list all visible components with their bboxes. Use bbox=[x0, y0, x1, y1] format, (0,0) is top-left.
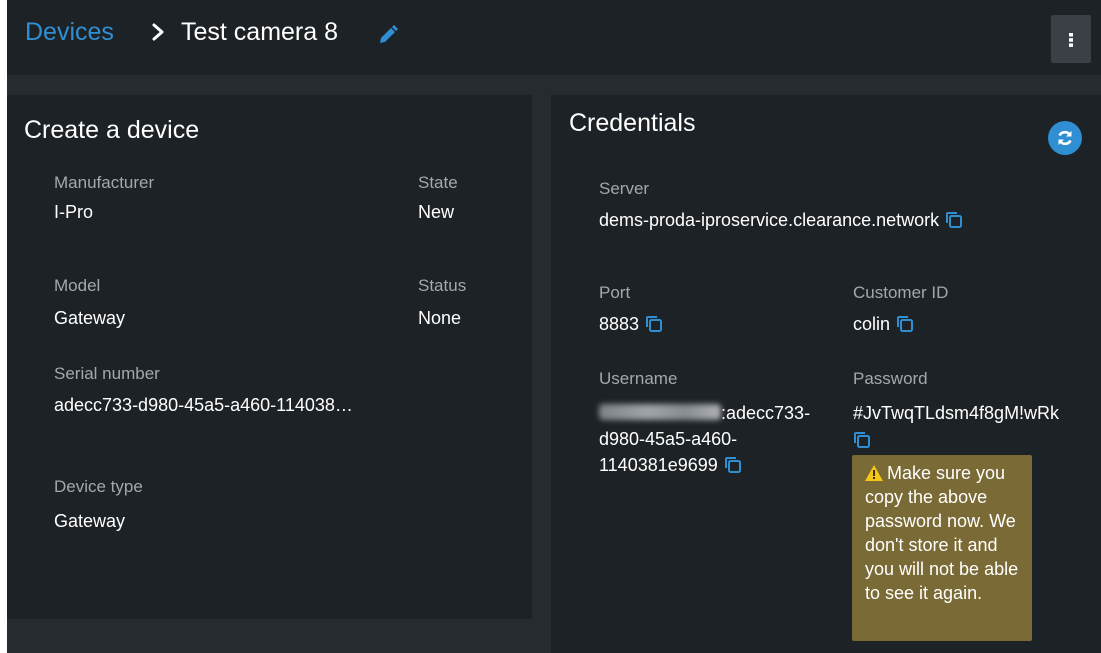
copy-icon[interactable] bbox=[853, 431, 871, 449]
vertical-ellipsis-icon bbox=[1069, 33, 1073, 47]
customer-id-field: colin bbox=[853, 311, 914, 337]
copy-icon[interactable] bbox=[645, 315, 663, 333]
credentials-heading: Credentials bbox=[569, 109, 696, 137]
serial-number-value: adecc733-d980-45a5-a460-114038… bbox=[54, 395, 353, 415]
credentials-panel: Credentials Server dems-proda-iproservic… bbox=[551, 95, 1101, 653]
serial-number-label: Serial number bbox=[54, 364, 160, 383]
username-label: Username bbox=[599, 369, 678, 388]
port-label: Port bbox=[599, 283, 631, 302]
state-label: State bbox=[418, 173, 458, 192]
device-panel-heading: Create a device bbox=[24, 116, 200, 144]
username-line-1: :adecc733- bbox=[721, 403, 811, 423]
username-line-3: 1140381e9699 bbox=[599, 455, 718, 475]
model-label: Model bbox=[54, 276, 101, 295]
refresh-icon bbox=[1058, 130, 1072, 146]
device-type-label: Device type bbox=[54, 477, 143, 496]
port-value: 8883 bbox=[599, 314, 640, 334]
pencil-icon[interactable] bbox=[377, 24, 399, 46]
password-label: Password bbox=[853, 369, 928, 388]
copy-icon[interactable] bbox=[945, 211, 963, 229]
password-value: #JvTwqTLdsm4f8gM!wRk bbox=[853, 403, 1060, 423]
customer-id-label: Customer ID bbox=[853, 283, 949, 302]
copy-icon[interactable] bbox=[896, 315, 914, 333]
redacted-username-prefix bbox=[599, 404, 721, 420]
refresh-credentials-button[interactable] bbox=[1048, 121, 1082, 155]
page-header: Devices Test camera 8 bbox=[7, 0, 1101, 75]
status-label: Status bbox=[418, 276, 467, 295]
device-type-value: Gateway bbox=[54, 511, 126, 531]
status-value: None bbox=[418, 308, 462, 328]
state-value: New bbox=[418, 202, 455, 222]
customer-id-value: colin bbox=[853, 314, 891, 334]
server-value: dems-proda-iproservice.clearance.network bbox=[599, 210, 940, 230]
breadcrumb-devices-link[interactable]: Devices bbox=[25, 18, 114, 47]
server-field: dems-proda-iproservice.clearance.network bbox=[599, 207, 963, 233]
device-panel: Create a device Manufacturer I-Pro State… bbox=[7, 95, 532, 619]
manufacturer-label: Manufacturer bbox=[54, 173, 155, 192]
server-label: Server bbox=[599, 179, 650, 198]
chevron-right-icon bbox=[152, 23, 164, 41]
warning-icon bbox=[865, 465, 883, 481]
app: Devices Test camera 8 Create a device Ma… bbox=[7, 0, 1101, 653]
page-title: Test camera 8 bbox=[181, 18, 339, 46]
username-line-2: d980-45a5-a460- bbox=[599, 429, 738, 449]
manufacturer-value: I-Pro bbox=[54, 202, 94, 222]
port-field: 8883 bbox=[599, 311, 663, 337]
more-menu-button[interactable] bbox=[1051, 15, 1091, 63]
password-warning-text: Make sure you copy the above password no… bbox=[865, 463, 1019, 603]
model-value: Gateway bbox=[54, 308, 126, 328]
username-field: :adecc733- d980-45a5-a460- 1140381e9699 bbox=[599, 400, 839, 478]
copy-icon[interactable] bbox=[724, 456, 742, 474]
password-warning-banner: Make sure you copy the above password no… bbox=[852, 455, 1032, 641]
